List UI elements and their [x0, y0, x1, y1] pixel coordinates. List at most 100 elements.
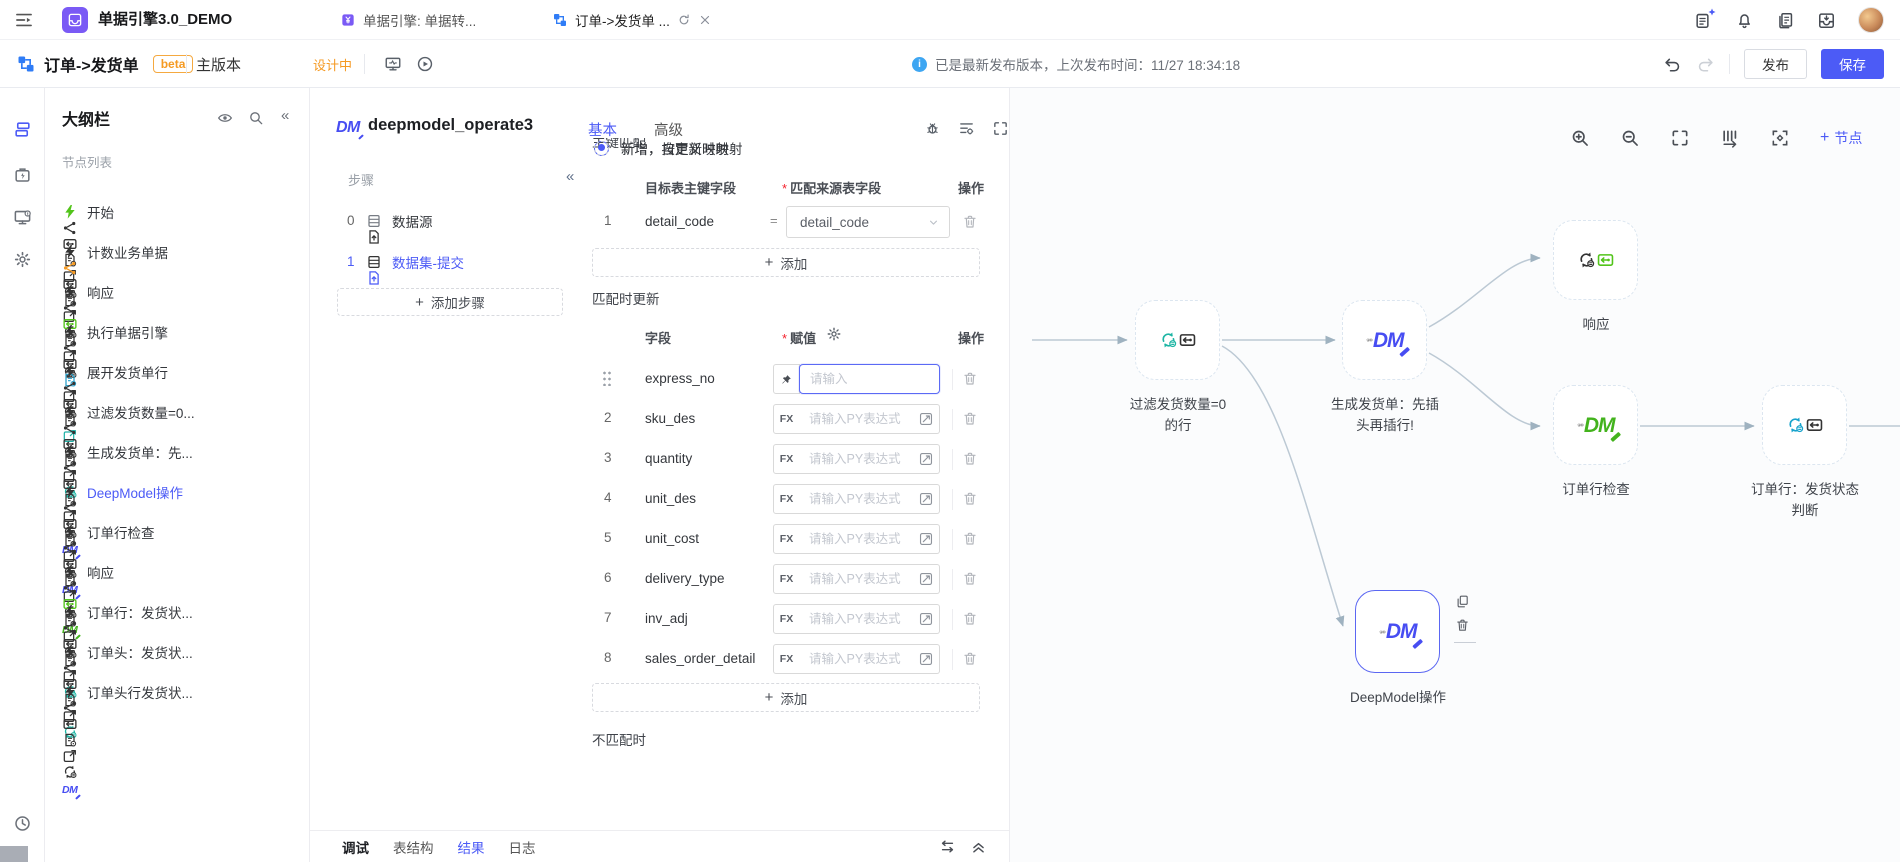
zoom-in-icon[interactable] [1570, 128, 1590, 148]
source-field-select[interactable]: detail_code [786, 206, 950, 238]
sidebar-node-item[interactable]: 订单行：发货状... [45, 592, 310, 632]
fx-button[interactable]: FX [773, 644, 800, 674]
delete-row-icon[interactable] [962, 491, 978, 507]
step-item[interactable]: 0 数据源 [337, 200, 563, 241]
fx-button[interactable]: FX [773, 484, 800, 514]
sidebar-node-item[interactable]: 响应 [45, 552, 310, 592]
collapse-sidebar-icon[interactable]: « [281, 107, 289, 124]
swap-horizontal-icon[interactable] [939, 838, 956, 855]
tab-flow[interactable]: 订单->发货单 ... [552, 0, 712, 40]
sidebar-node-item[interactable]: 执行单据引擎 [45, 312, 310, 352]
node-box[interactable] [1762, 385, 1847, 465]
ai-compose-icon[interactable] [1694, 11, 1713, 30]
user-avatar[interactable] [1858, 7, 1884, 33]
expand-editor-icon[interactable] [918, 411, 934, 427]
delete-row-icon[interactable] [962, 531, 978, 547]
save-button[interactable]: 保存 [1821, 49, 1884, 79]
fit-screen-icon[interactable] [1670, 128, 1690, 148]
fx-button[interactable]: FX [773, 524, 800, 554]
expand-editor-icon[interactable] [918, 611, 934, 627]
sidebar-node-item[interactable]: 过滤发货数量=0... [45, 392, 310, 432]
sidebar-node-item[interactable]: 计数业务单据 [45, 232, 310, 272]
delete-row-icon[interactable] [962, 371, 978, 387]
zoom-out-icon[interactable] [1620, 128, 1640, 148]
auto-layout-icon[interactable] [1720, 128, 1740, 148]
add-field-button[interactable]: + 添加 [592, 683, 980, 712]
fx-button[interactable]: FX [773, 564, 800, 594]
fx-button[interactable]: FX [773, 604, 800, 634]
fullscreen-icon[interactable] [992, 120, 1009, 137]
flow-node[interactable]: 订单行：发货状态 判断 [1762, 385, 1847, 465]
list-settings-icon[interactable] [958, 120, 975, 137]
expand-editor-icon[interactable] [918, 531, 934, 547]
delete-row-icon[interactable] [962, 571, 978, 587]
bottom-tab[interactable]: 表结构 [393, 837, 434, 857]
expand-editor-icon[interactable] [918, 491, 934, 507]
tab-refresh-icon[interactable] [677, 13, 691, 27]
flow-node[interactable]: 订单行检查 [1553, 385, 1638, 465]
pin-button[interactable] [773, 364, 800, 394]
tab-close-icon[interactable] [698, 13, 712, 27]
power-battery-icon[interactable] [13, 166, 32, 185]
value-settings-gear-icon[interactable] [826, 326, 842, 342]
radio-option[interactable]: 新增，自定义映射 [594, 138, 729, 158]
flow-node[interactable]: 生成发货单：先插 头再插行! [1342, 300, 1427, 380]
flow-canvas[interactable]: + 节点 过滤发货数量=0 的行 [1010, 88, 1900, 862]
add-key-match-button[interactable]: + 添加 [592, 248, 980, 277]
collapse-up-icon[interactable] [970, 838, 987, 855]
step-item[interactable]: 1 数据集-提交 [337, 241, 563, 282]
sidebar-node-item[interactable]: 响应 [45, 272, 310, 312]
node-box[interactable] [1355, 590, 1440, 673]
drag-handle-icon[interactable] [602, 370, 612, 386]
sidebar-node-item[interactable]: 展开发货单行 [45, 352, 310, 392]
tab-doc-engine[interactable]: 单据引擎: 单据转... [340, 0, 476, 40]
expand-editor-icon[interactable] [918, 451, 934, 467]
collapse-config-icon[interactable]: « [566, 168, 574, 185]
flow-node[interactable]: 响应 [1553, 220, 1638, 300]
publish-button[interactable]: 发布 [1744, 49, 1807, 79]
history-clock-icon[interactable] [13, 814, 32, 833]
expand-editor-icon[interactable] [918, 571, 934, 587]
add-step-button[interactable]: + 添加步骤 [337, 288, 563, 316]
sidebar-node-item[interactable]: 订单头行发货状... [45, 672, 310, 712]
monitor-icon[interactable] [384, 55, 402, 73]
flow-node[interactable]: 过滤发货数量=0 的行 [1135, 300, 1220, 380]
bottom-tab[interactable]: 调试 [342, 837, 369, 857]
version-selector[interactable]: 主版本 设计中 [196, 40, 352, 88]
sidebar-collapse-icon[interactable] [14, 10, 34, 30]
flow-node[interactable]: DeepModel操作 [1355, 590, 1440, 673]
bottom-tab[interactable]: 日志 [509, 837, 536, 857]
bottom-tab[interactable]: 结果 [458, 837, 485, 857]
documents-icon[interactable] [1776, 11, 1795, 30]
node-box[interactable] [1553, 385, 1638, 465]
download-inbox-icon[interactable] [1817, 11, 1836, 30]
undo-icon[interactable] [1663, 55, 1682, 74]
fx-button[interactable]: FX [773, 404, 800, 434]
locate-node-icon[interactable] [1770, 128, 1790, 148]
outline-panel-icon[interactable] [13, 120, 32, 139]
sidebar-node-item[interactable]: DeepModel操作 [45, 472, 310, 512]
delete-row-icon[interactable] [962, 411, 978, 427]
search-icon[interactable] [248, 110, 264, 126]
debug-bug-icon[interactable] [924, 120, 941, 137]
sidebar-node-item[interactable]: 开始 [45, 192, 310, 232]
redo-icon[interactable] [1696, 55, 1715, 74]
tab-basic[interactable]: 基本 [588, 119, 617, 140]
node-box[interactable] [1342, 300, 1427, 380]
run-play-icon[interactable] [416, 55, 434, 73]
sidebar-node-item[interactable]: 生成发货单：先... [45, 432, 310, 472]
notifications-bell-icon[interactable] [1735, 11, 1754, 30]
radio-icon[interactable] [594, 141, 609, 156]
delete-row-icon[interactable] [962, 214, 978, 230]
add-node-button[interactable]: + 节点 [1820, 128, 1862, 148]
delete-row-icon[interactable] [962, 611, 978, 627]
eye-icon[interactable] [217, 110, 233, 126]
fx-button[interactable]: FX [773, 444, 800, 474]
node-box[interactable] [1553, 220, 1638, 300]
delete-node-icon[interactable] [1455, 618, 1470, 633]
value-input[interactable] [799, 364, 940, 394]
sidebar-node-item[interactable]: 订单头：发货状... [45, 632, 310, 672]
gear-icon[interactable] [13, 250, 32, 269]
copy-node-icon[interactable] [1455, 594, 1470, 609]
tab-advanced[interactable]: 高级 [654, 119, 683, 140]
